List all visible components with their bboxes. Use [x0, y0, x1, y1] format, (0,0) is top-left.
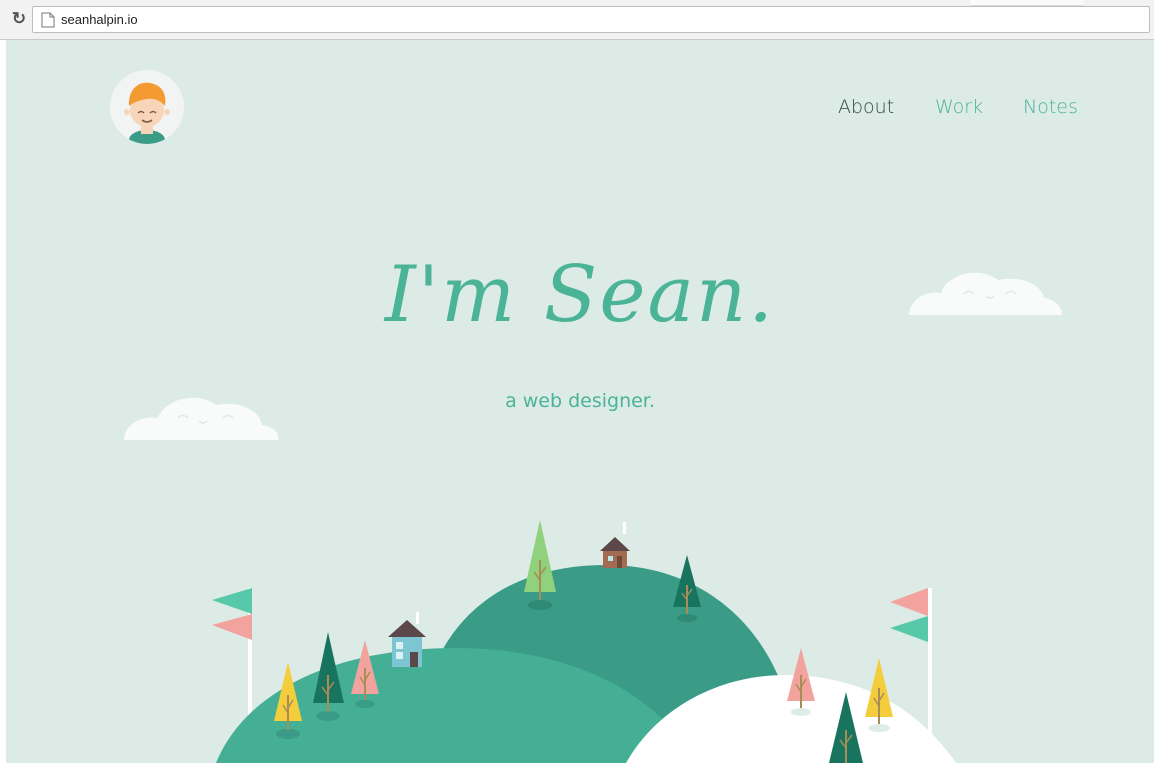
window-corner [970, 0, 1084, 6]
landscape-illustration [124, 272, 1062, 763]
house-mid-icon [388, 612, 426, 667]
cloud-right-icon [909, 272, 1062, 315]
page-viewport: About Work Notes I'm Sean. a web designe… [6, 40, 1154, 763]
address-bar[interactable]: seanhalpin.io [32, 6, 1150, 33]
url-text: seanhalpin.io [61, 12, 138, 27]
reload-icon[interactable]: ↻ [8, 8, 30, 30]
page-icon [41, 12, 55, 28]
cloud-left-icon [124, 397, 279, 440]
house-top-icon [600, 522, 630, 568]
browser-toolbar: ↻ seanhalpin.io [0, 0, 1154, 40]
